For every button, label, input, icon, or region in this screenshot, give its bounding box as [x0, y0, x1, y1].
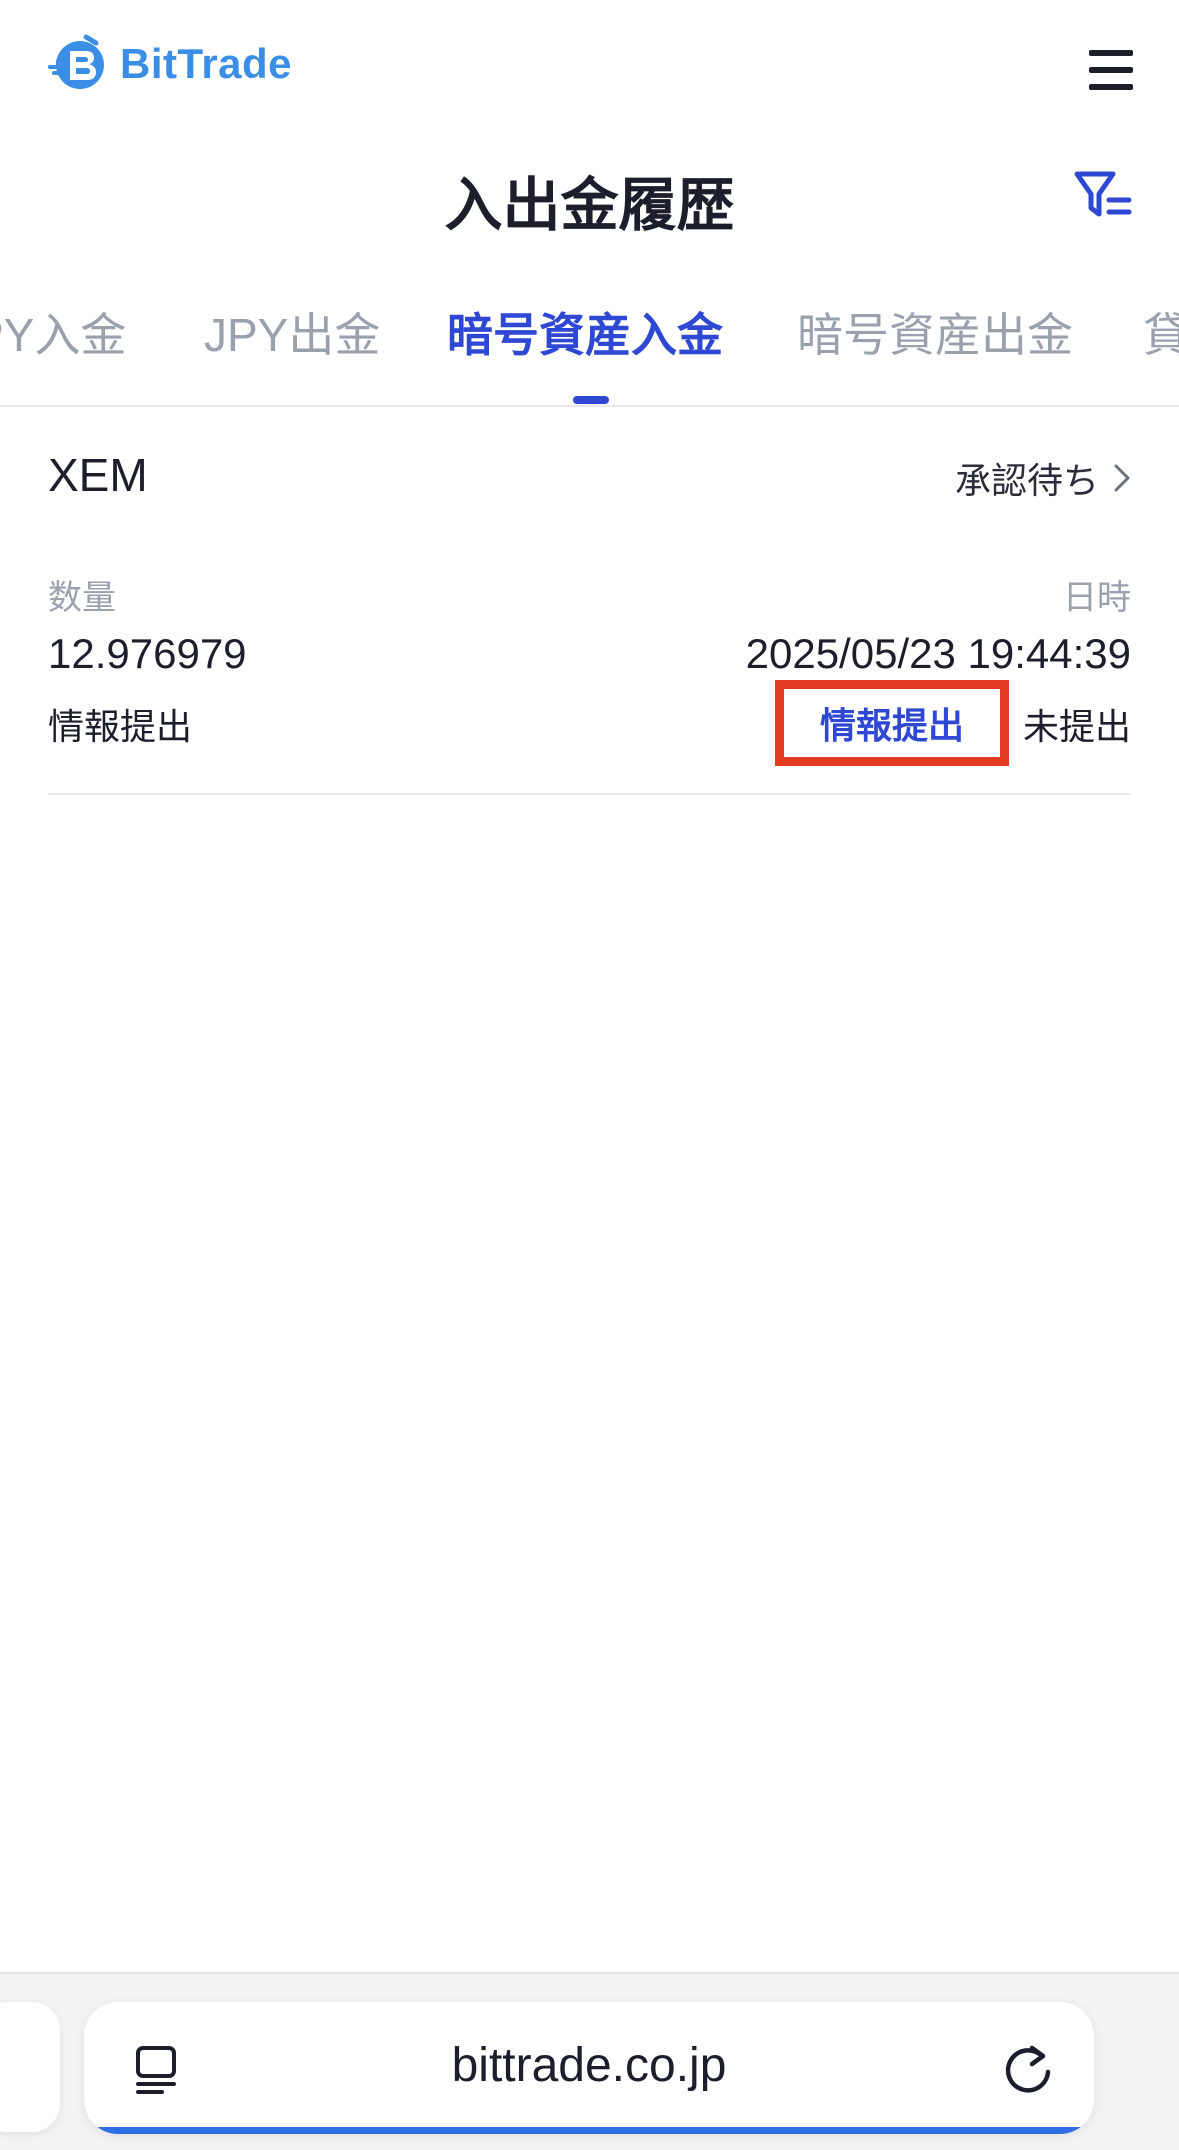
info-submission-button[interactable]: 情報提出	[820, 697, 964, 749]
hamburger-menu-button[interactable]	[1089, 50, 1133, 90]
history-tabs: JPY入金 JPY出金 暗号資産入金 暗号資産出金 貸	[0, 295, 1179, 407]
top-header: BitTrade	[0, 0, 1179, 135]
amount-value: 12.976979	[48, 630, 247, 677]
status-link[interactable]: 承認待ち	[955, 452, 1131, 504]
tab-crypto-withdrawal[interactable]: 暗号資産出金	[797, 295, 1073, 375]
status-text: 承認待ち	[954, 461, 1099, 502]
tab-jpy-deposit[interactable]: JPY入金	[0, 295, 126, 375]
active-tab-indicator	[573, 396, 609, 404]
bittrade-logo[interactable]: BitTrade	[46, 32, 292, 96]
deposit-record: XEM 承認待ち 数量 日時 12.976979 2025/05/23 19:4…	[48, 440, 1131, 795]
bittrade-logo-icon	[48, 34, 104, 89]
url-text: bittrade.co.jp	[451, 2039, 727, 2092]
coin-symbol: XEM	[48, 449, 148, 501]
load-progress-bar	[84, 2127, 1094, 2134]
reload-icon[interactable]	[1002, 2042, 1054, 2096]
url-field[interactable]: bittrade.co.jp	[84, 2002, 1094, 2134]
info-submission-label: 情報提出	[48, 707, 193, 748]
amount-label: 数量	[48, 578, 116, 618]
tab-jpy-withdrawal[interactable]: JPY出金	[204, 295, 380, 375]
highlight-box: 情報提出	[775, 680, 1009, 766]
chevron-right-icon	[1114, 464, 1130, 492]
tab-crypto-deposit[interactable]: 暗号資産入金	[447, 295, 723, 375]
page-title: 入出金履歴	[444, 173, 735, 238]
filter-icon[interactable]	[1073, 168, 1133, 224]
datetime-value: 2025/05/23 19:44:39	[745, 630, 1131, 677]
browser-address-bar: bittrade.co.jp	[0, 1972, 1179, 2150]
previous-tab-card[interactable]	[0, 2002, 60, 2132]
submission-status: 未提出	[1022, 707, 1131, 748]
brand-name: BitTrade	[120, 40, 293, 87]
tab-lending[interactable]: 貸	[1143, 295, 1179, 375]
datetime-label: 日時	[1063, 578, 1131, 618]
